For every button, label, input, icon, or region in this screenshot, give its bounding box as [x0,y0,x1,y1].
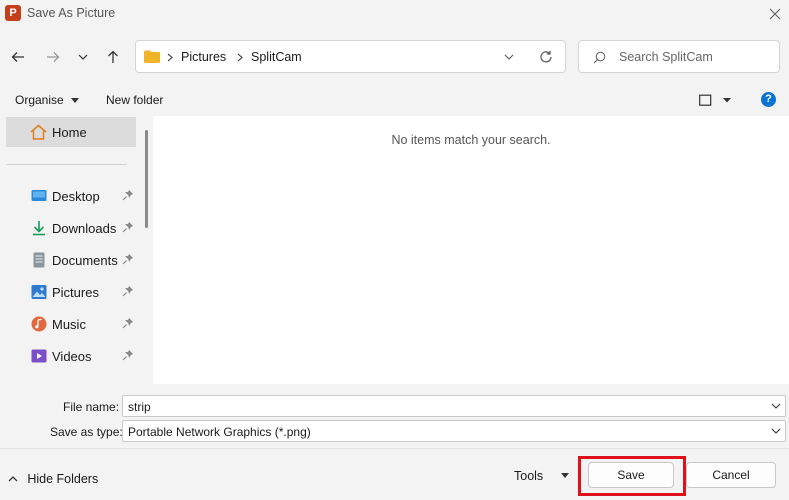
nav-item-home[interactable]: Home [6,117,136,147]
file-name-label: File name: [63,400,120,414]
navigation-pane: Home Desktop Downloads Documents Picture… [0,116,152,384]
breadcrumb-chevron-icon [237,53,243,62]
nav-home-label: Home [52,125,87,140]
hide-folders-label: Hide Folders [27,471,99,486]
view-icon [699,94,731,106]
arrow-right-icon [47,52,60,62]
nav-scrollbar[interactable] [145,130,148,228]
close-button[interactable] [760,0,789,28]
recent-locations-button[interactable] [69,43,97,71]
footer-divider [0,448,789,449]
nav-desktop-label: Desktop [52,189,100,204]
pin-icon[interactable] [122,221,134,233]
breadcrumb-chevron-icon [167,53,173,62]
nav-pictures-label: Pictures [52,285,99,300]
search-placeholder: Search SplitCam [619,50,713,64]
tools-button[interactable]: Tools [514,468,569,483]
desktop-icon [31,190,47,201]
command-bar: Organise New folder ? [0,86,789,116]
nav-divider [7,164,127,165]
pictures-icon [31,285,47,299]
nav-music-label: Music [52,317,86,332]
breadcrumb-pictures[interactable]: Pictures [181,50,226,64]
hide-folders-button[interactable]: Hide Folders [8,471,98,486]
refresh-icon[interactable] [539,50,553,64]
nav-downloads-label: Downloads [52,221,117,236]
search-box[interactable]: Search SplitCam [578,40,780,73]
arrow-up-icon [108,50,118,63]
save-type-select[interactable]: Portable Network Graphics (*.png) [122,420,786,442]
videos-icon [31,349,47,363]
empty-message: No items match your search. [391,133,551,147]
title-bar: P Save As Picture [0,0,789,28]
organise-button[interactable]: Organise [15,93,80,107]
tools-label: Tools [514,468,544,483]
nav-item-desktop[interactable]: Desktop [0,181,140,211]
file-name-value: strip [128,400,151,414]
organise-label: Organise [15,93,64,107]
address-dropdown-icon[interactable] [504,54,514,61]
nav-videos-label: Videos [52,349,92,364]
new-folder-button[interactable]: New folder [106,93,163,107]
pin-icon[interactable] [122,285,134,297]
address-bar[interactable]: Pictures SplitCam [135,40,566,73]
save-type-value: Portable Network Graphics (*.png) [128,425,311,439]
folder-icon [144,50,160,63]
save-button-highlight [578,456,686,496]
close-icon [769,8,780,20]
chevron-down-icon[interactable] [769,424,783,438]
breadcrumb-splitcam[interactable]: SplitCam [251,50,302,64]
pin-icon[interactable] [122,317,134,329]
nav-item-videos[interactable]: Videos [0,341,140,371]
arrow-left-icon [11,52,24,62]
chevron-down-icon [78,54,88,60]
powerpoint-app-icon: P [5,5,21,21]
caret-down-icon [71,98,80,104]
chevron-down-icon[interactable] [769,399,783,413]
nav-item-music[interactable]: Music [0,309,140,339]
download-icon [33,221,45,236]
file-name-input[interactable]: strip [122,395,786,417]
nav-documents-label: Documents [52,253,118,268]
home-icon [30,124,47,140]
caret-down-icon [560,473,569,479]
window-title: Save As Picture [27,6,116,20]
forward-button[interactable] [39,43,67,71]
pin-icon[interactable] [122,253,134,265]
nav-item-documents[interactable]: Documents [0,245,140,275]
music-icon [31,316,47,332]
pin-icon[interactable] [122,349,134,361]
nav-item-downloads[interactable]: Downloads [0,213,140,243]
search-icon [593,51,606,64]
pin-icon[interactable] [122,189,134,201]
save-type-label: Save as type: [50,425,123,439]
file-list[interactable]: No items match your search. [153,116,789,384]
up-button[interactable] [99,43,127,71]
documents-icon [33,252,45,268]
help-icon[interactable]: ? [761,92,776,107]
back-button[interactable] [4,43,32,71]
view-options-button[interactable] [699,94,735,107]
cancel-button[interactable]: Cancel [686,462,776,488]
nav-item-pictures[interactable]: Pictures [0,277,140,307]
chevron-up-icon [8,476,18,482]
